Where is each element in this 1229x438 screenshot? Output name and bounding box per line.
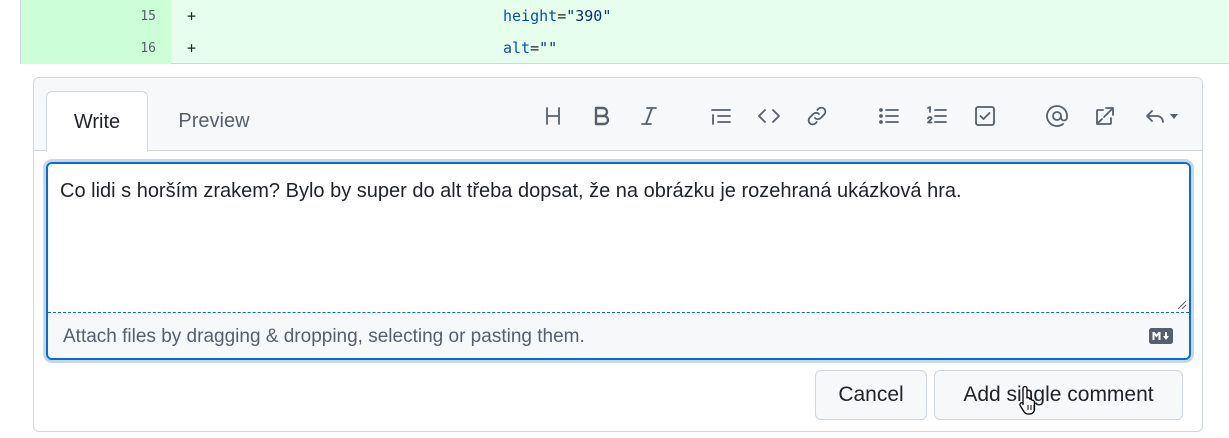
bulleted-list-button[interactable]	[873, 98, 905, 134]
italic-icon	[641, 107, 657, 125]
chevron-down-icon	[1170, 114, 1178, 119]
comment-textarea[interactable]: Co lidi s horším zrakem? Bylo by super d…	[48, 164, 1189, 312]
code-button[interactable]	[753, 98, 785, 134]
code-attr: alt	[503, 39, 531, 57]
task-list-icon	[975, 106, 995, 126]
tab-write[interactable]: Write	[46, 91, 148, 152]
line-number[interactable]: 16	[21, 32, 171, 64]
diff-line: 16 + alt=""	[21, 32, 1229, 64]
quote-button[interactable]	[705, 98, 737, 134]
quote-icon	[711, 109, 731, 125]
numbered-list-icon	[927, 106, 947, 124]
comment-form: Write Preview Co lidi s horším zrakem? B…	[33, 77, 1203, 432]
code-eq: =	[557, 7, 567, 25]
resize-handle-icon[interactable]	[1175, 298, 1187, 310]
code-icon	[758, 109, 780, 123]
diff-hunk: 15 + height="390" 16 + alt=""	[20, 0, 1229, 64]
cancel-button[interactable]: Cancel	[815, 370, 927, 420]
markdown-icon[interactable]	[1149, 328, 1173, 344]
numbered-list-button[interactable]	[921, 98, 953, 134]
diff-sign: +	[187, 39, 197, 57]
code-string: ""	[539, 39, 558, 57]
link-button[interactable]	[801, 98, 833, 134]
code-attr: height	[503, 7, 558, 25]
heading-button[interactable]	[537, 98, 569, 134]
bold-button[interactable]	[585, 98, 617, 134]
line-number[interactable]: 15	[21, 0, 171, 32]
cross-reference-icon	[1096, 107, 1114, 125]
code-text: height="390"	[203, 7, 611, 25]
link-icon	[807, 106, 827, 126]
saved-replies-button[interactable]	[1139, 98, 1183, 134]
cross-reference-button[interactable]	[1089, 98, 1121, 134]
code-text: alt=""	[203, 39, 557, 57]
code-string: "390"	[566, 7, 612, 25]
tab-preview[interactable]: Preview	[164, 91, 264, 152]
attach-files-hint: Attach files by dragging & dropping, sel…	[63, 325, 585, 347]
mention-icon	[1046, 105, 1068, 127]
bulleted-list-icon	[879, 108, 899, 124]
code-eq: =	[530, 39, 540, 57]
reply-icon	[1146, 110, 1164, 123]
mention-button[interactable]	[1041, 98, 1073, 134]
bold-icon	[594, 106, 610, 126]
comment-editor: Co lidi s horším zrakem? Bylo by super d…	[46, 162, 1191, 360]
diff-sign: +	[187, 7, 197, 25]
heading-icon	[546, 107, 560, 125]
diff-line: 15 + height="390"	[21, 0, 1229, 32]
pointer-cursor-icon	[1019, 385, 1036, 415]
add-single-comment-button[interactable]: Add single comment	[934, 370, 1183, 420]
italic-button[interactable]	[633, 98, 665, 134]
comment-header: Write Preview	[34, 78, 1202, 152]
attach-files-bar[interactable]: Attach files by dragging & dropping, sel…	[48, 312, 1189, 358]
task-list-button[interactable]	[969, 98, 1001, 134]
